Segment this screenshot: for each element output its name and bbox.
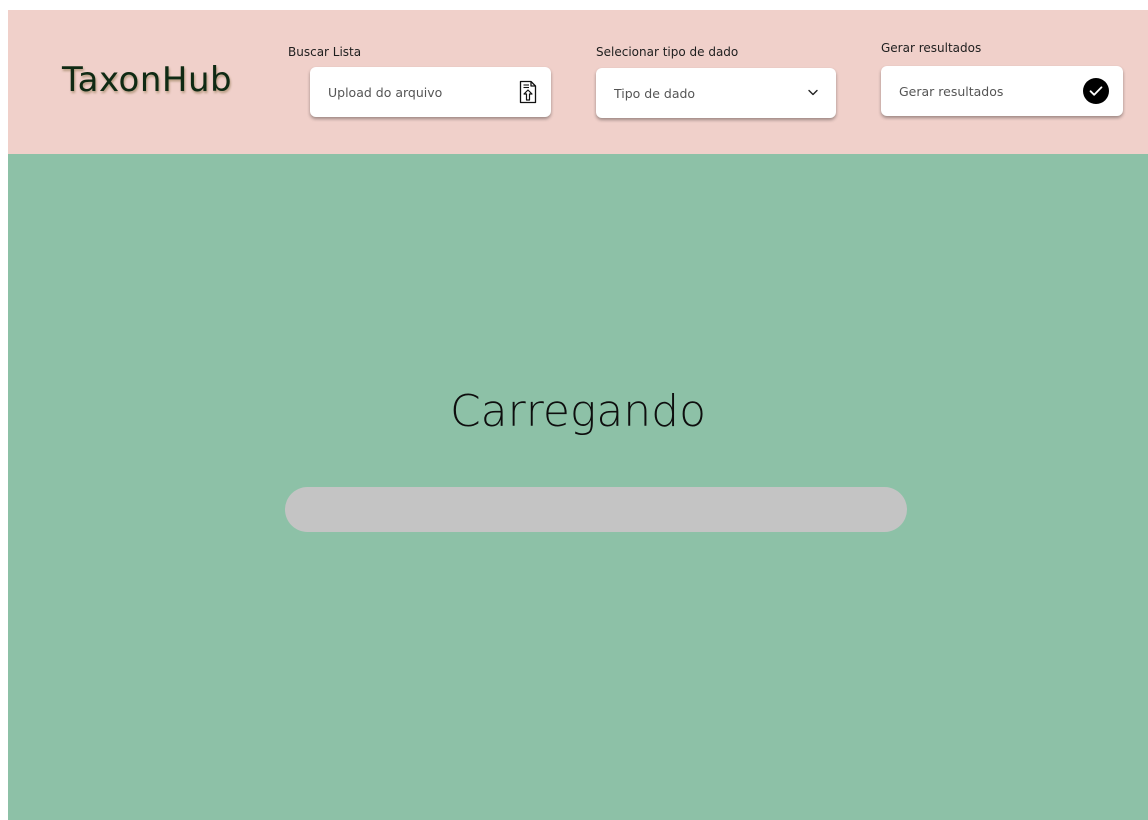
- chevron-down-icon: [808, 89, 818, 96]
- loading-title: Carregando: [449, 386, 707, 437]
- progress-bar: [285, 487, 907, 532]
- gerar-resultados-placeholder: Gerar resultados: [899, 84, 1004, 99]
- check-circle-icon[interactable]: [1083, 78, 1109, 104]
- gerar-resultados-field[interactable]: Gerar resultados: [881, 66, 1123, 116]
- brand-logo[interactable]: TaxonHub: [62, 60, 232, 100]
- tipo-dado-select[interactable]: Tipo de dado: [596, 68, 836, 118]
- main-content: Carregando: [8, 154, 1148, 820]
- file-upload-placeholder: Upload do arquivo: [328, 85, 443, 100]
- buscar-lista-label: Buscar Lista: [288, 45, 362, 59]
- file-upload-icon[interactable]: [519, 80, 537, 104]
- file-upload-field[interactable]: Upload do arquivo: [310, 67, 551, 117]
- app-frame: TaxonHub Buscar Lista Upload do arquivo …: [8, 10, 1148, 820]
- tipo-dado-placeholder: Tipo de dado: [614, 86, 696, 101]
- tipo-dado-label: Selecionar tipo de dado: [596, 45, 739, 59]
- top-header: TaxonHub Buscar Lista Upload do arquivo …: [8, 10, 1148, 154]
- gerar-resultados-label: Gerar resultados: [881, 41, 982, 55]
